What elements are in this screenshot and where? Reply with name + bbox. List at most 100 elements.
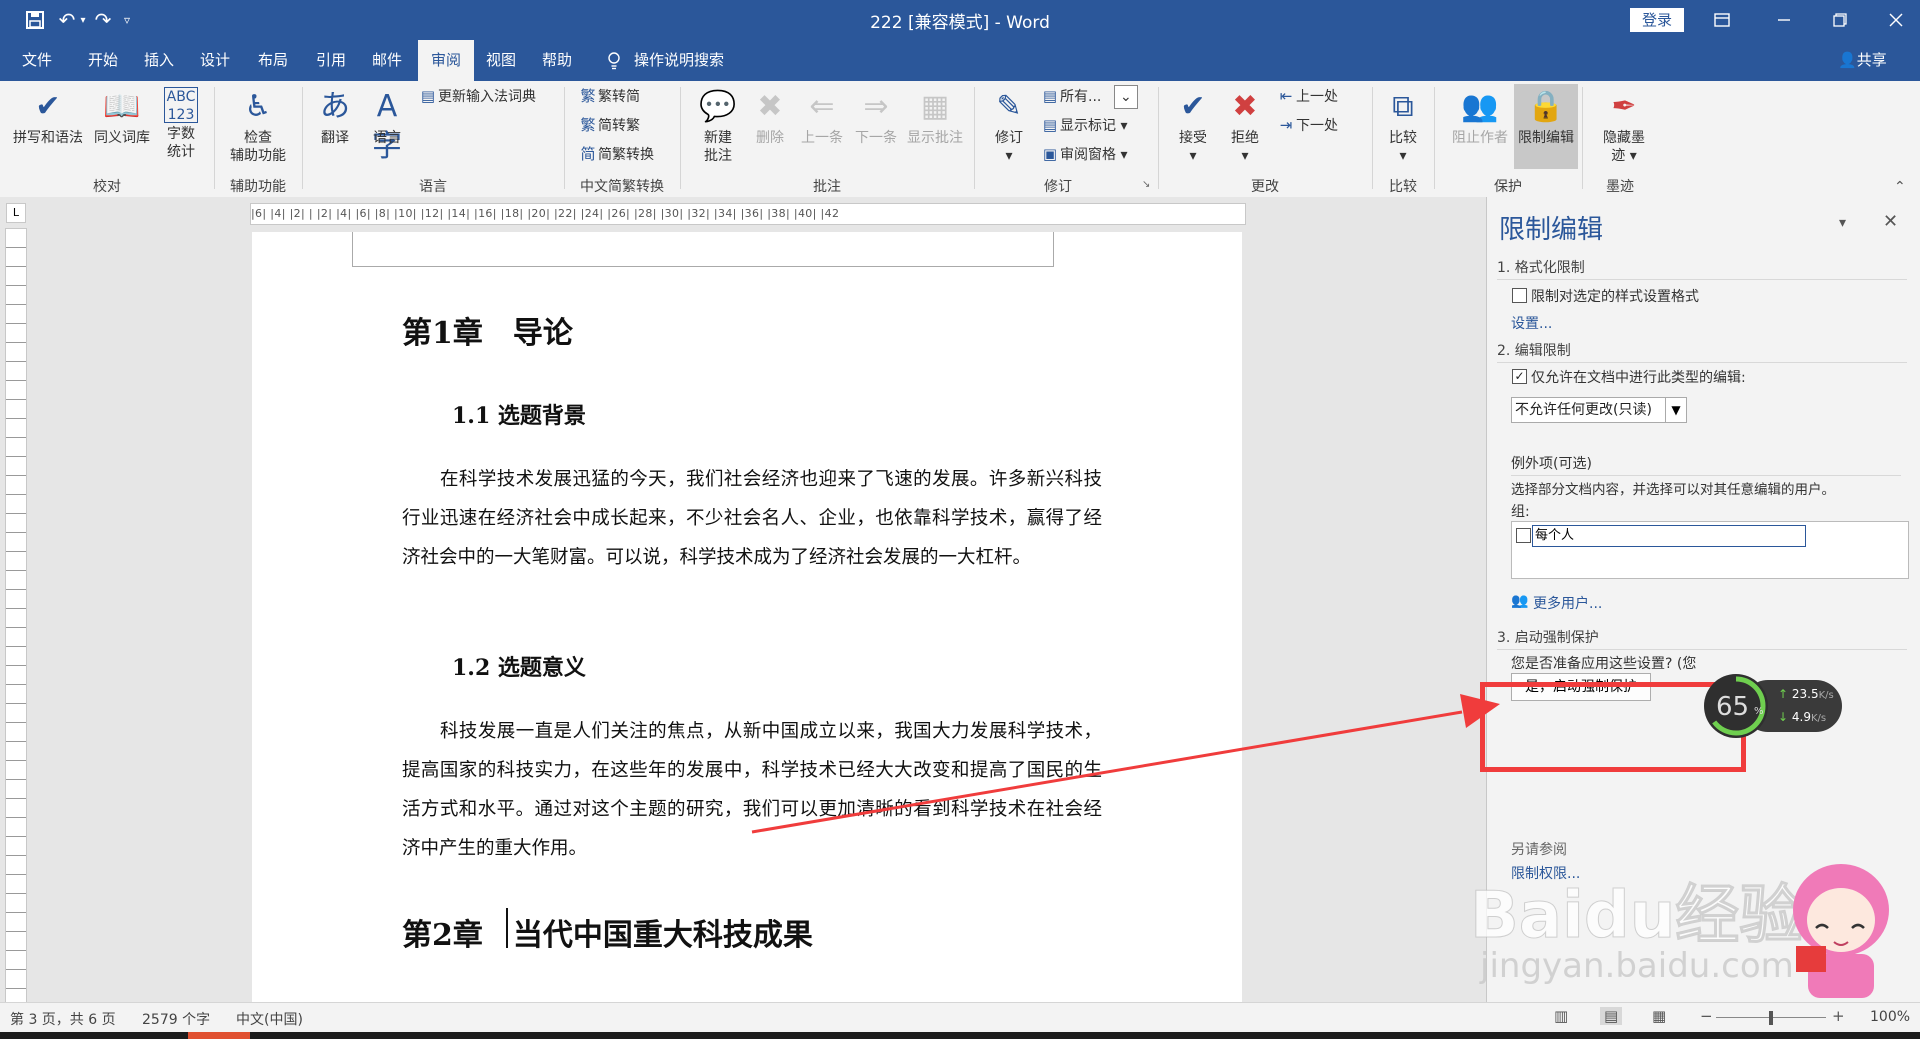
title-bar: ↶ ▾ ↷ ▿ 222 [兼容模式] - Word 登录 [0,0,1920,40]
word-count[interactable]: 2579 个字 [142,1009,210,1029]
accept-button[interactable]: ✔ 接受 ▾ [1170,87,1216,165]
thesaurus-button[interactable]: 📖 同义词库 [90,87,154,147]
pane-close-icon[interactable]: ✕ [1883,211,1898,232]
translate-button[interactable]: あ翻译 [310,87,360,147]
next-change-button[interactable]: ⇥ 下一处 [1276,114,1338,136]
document-page[interactable]: 第1章 导论 1.1 选题背景 在科学技术发展迅猛的今天，我们社会经济也迎来了飞… [252,232,1242,1002]
read-mode-icon[interactable]: ▥ [1554,1007,1568,1025]
tab-review[interactable]: 审阅 [418,40,474,81]
pane-options-icon[interactable]: ▾ [1839,215,1846,231]
share-button[interactable]: 👤共享 [1838,40,1887,81]
close-icon[interactable] [1876,4,1916,36]
everyone-item[interactable]: 每个人 [1532,525,1806,547]
print-layout-icon[interactable]: ▤ [1600,1007,1623,1025]
zoom-level[interactable]: 100% [1870,1009,1910,1025]
editing-restriction-checkbox[interactable]: ✓ [1512,369,1527,384]
dialog-launcher-icon[interactable]: ↘ [1142,179,1150,190]
editing-type-select[interactable]: 不允许任何更改(只读) [1511,397,1666,423]
delete-label: 删除 [756,130,784,146]
collapse-ribbon-icon[interactable]: ⌃ [1894,179,1906,195]
to-traditional-button[interactable]: 繁简转繁 [578,114,640,136]
tab-help[interactable]: 帮助 [532,40,582,81]
lightbulb-icon [604,40,624,81]
hide-ink-button[interactable]: ✒ 隐藏墨 迹 ▾ [1596,87,1652,165]
tab-insert[interactable]: 插入 [134,40,184,81]
chinese-convert-button[interactable]: 简简繁转换 [578,143,654,165]
minimize-icon[interactable] [1764,4,1804,36]
block-authors-button[interactable]: 👥 阻止作者 [1448,87,1512,147]
group-separator [564,87,565,189]
spelling-grammar-button[interactable]: ✔ 拼写和语法 [8,87,88,147]
review-pane-button[interactable]: ▣ 审阅窗格 ▾ [1040,143,1128,165]
previous-comment-button[interactable]: ⇐ 上一条 [796,87,848,147]
mascot-image [1786,850,1896,1000]
web-layout-icon[interactable]: ▦ [1652,1007,1666,1025]
review-pane-icon: ▣ [1042,145,1058,163]
tab-layout[interactable]: 布局 [248,40,298,81]
group-label-proofing: 校对 [93,179,121,195]
watermark-url: jingyan.baidu.com [1480,946,1794,986]
new-comment-button[interactable]: 💬 新建 批注 [692,87,744,165]
zoom-slider-thumb[interactable] [1769,1011,1773,1025]
share-label: 共享 [1856,51,1887,69]
section-editing: 2. 编辑限制 [1497,340,1907,363]
language-icon: A字 [372,89,402,164]
groups-label: 组: [1511,504,1530,520]
vertical-ruler[interactable] [5,228,27,1004]
tab-design[interactable]: 设计 [190,40,240,81]
restrict-editing-button[interactable]: 🔒 限制编辑 [1514,84,1578,169]
tab-home[interactable]: 开始 [78,40,128,81]
new-comment-label-1: 新建 [704,130,732,146]
tab-mailings[interactable]: 邮件 [362,40,412,81]
groups-list[interactable]: 每个人 [1511,521,1909,579]
check-accessibility-button[interactable]: ♿ 检查 辅助功能 [218,87,298,165]
delete-comment-button[interactable]: ✖ 删除 [746,87,794,147]
restore-icon[interactable] [1820,4,1860,36]
more-users-link[interactable]: 更多用户... [1533,593,1602,613]
chinese-convert-label: 简繁转换 [598,147,654,163]
tab-view[interactable]: 视图 [476,40,526,81]
chevron-down-icon: ▾ [1399,148,1407,164]
previous-change-button[interactable]: ⇤ 上一处 [1276,85,1338,107]
markup-display-dropdown[interactable]: ▤ 所有... ⌄ [1040,85,1138,109]
taskbar-active-app[interactable] [188,1032,250,1039]
everyone-checkbox[interactable] [1516,528,1531,543]
ruler-ticks [6,229,26,1003]
zoom-in-icon[interactable]: + [1832,1007,1845,1025]
tab-selector[interactable]: L [6,203,26,223]
chevron-down-icon: ▾ [1005,148,1013,164]
zoom-out-icon[interactable]: − [1700,1007,1713,1025]
delete-comment-icon: ✖ [757,89,783,124]
next-comment-button[interactable]: ⇒ 下一条 [850,87,902,147]
net-percent: 65 [1716,692,1750,722]
to-simplified-button[interactable]: 繁繁转简 [578,85,640,107]
update-ime-dictionary-button[interactable]: ▤ 更新输入法词典 [418,85,536,107]
show-comments-button[interactable]: ▦ 显示批注 [904,87,966,147]
page-count[interactable]: 第 3 页，共 6 页 [10,1009,116,1029]
chevron-down-icon[interactable]: ⌄ [1113,85,1138,109]
lock-document-icon: 🔒 [1527,89,1565,124]
track-changes-button[interactable]: ✎ 修订 ▾ [986,87,1032,165]
language-button[interactable]: A字 语言 [362,87,412,164]
tab-references[interactable]: 引用 [306,40,356,81]
editing-restriction-label: 仅允许在文档中进行此类型的编辑: [1531,370,1746,386]
tell-me-search[interactable]: 操作说明搜索 [634,40,734,81]
format-restriction-checkbox[interactable] [1512,288,1527,303]
horizontal-ruler[interactable]: |6| |4| |2| | |2| |4| |6| |8| |10| |12| … [250,203,1246,225]
upload-speed: ↑ 23.5K/s [1778,687,1834,701]
word-count-button[interactable]: ABC 123 字数 统计 [158,87,204,161]
reject-button[interactable]: ✖ 拒绝 ▾ [1222,87,1268,165]
chevron-down-icon[interactable]: ▼ [1665,397,1687,423]
language-status[interactable]: 中文(中国) [236,1009,303,1029]
tab-file[interactable]: 文件 [12,40,62,81]
login-button[interactable]: 登录 [1630,8,1684,32]
markup-icon: ▤ [1042,87,1058,105]
accept-icon: ✔ [1180,89,1206,124]
settings-link[interactable]: 设置... [1511,313,1552,333]
group-label-ink: 墨迹 [1606,179,1634,195]
group-label-tracking: 修订 [1044,179,1072,195]
compare-button[interactable]: ⧉ 比较 ▾ [1378,87,1428,165]
previous-comment-icon: ⇐ [809,89,835,124]
ribbon-display-icon[interactable] [1702,4,1742,36]
show-markup-button[interactable]: ▤ 显示标记 ▾ [1040,114,1128,136]
